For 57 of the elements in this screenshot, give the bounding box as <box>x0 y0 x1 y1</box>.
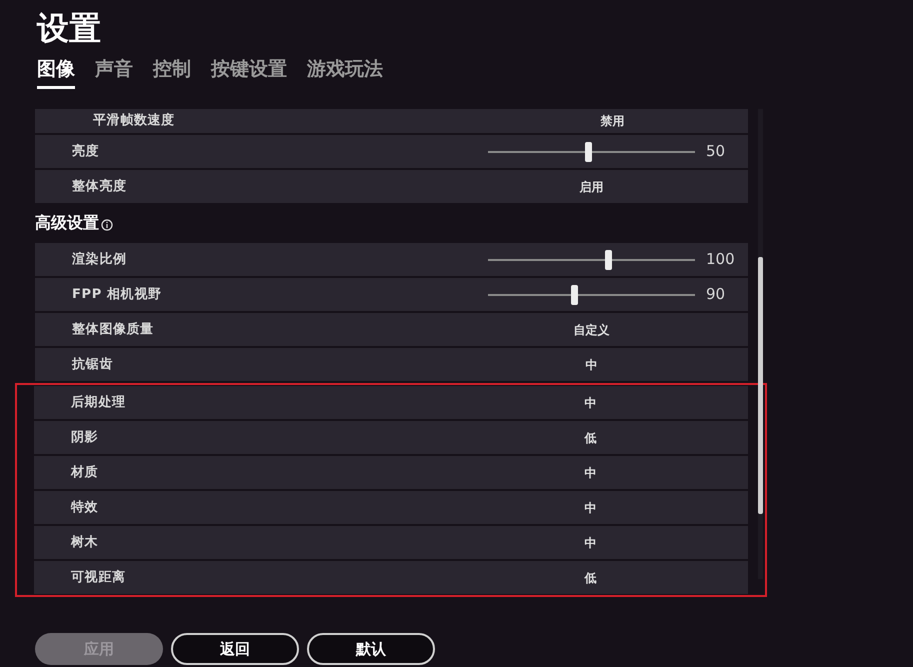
setting-label: FPP 相机视野 <box>72 286 163 304</box>
setting-row[interactable]: 亮度 50 <box>35 135 748 168</box>
scrollbar-thumb[interactable] <box>758 257 763 514</box>
setting-label: 后期处理 <box>71 394 127 412</box>
setting-row[interactable]: FPP 相机视野 90 <box>35 278 748 311</box>
setting-value: 中 <box>584 500 598 516</box>
slider[interactable] <box>488 142 695 162</box>
setting-row[interactable]: 可视距离 低 <box>34 561 748 594</box>
setting-label: 整体亮度 <box>72 178 128 196</box>
setting-row[interactable]: 树木 中 <box>34 526 748 559</box>
setting-label: 抗锯齿 <box>72 356 114 374</box>
slider-value: 100 <box>706 249 735 270</box>
slider-thumb[interactable] <box>605 250 612 270</box>
setting-row[interactable]: 整体图像质量 自定义 <box>35 313 748 346</box>
info-icon <box>101 219 113 231</box>
setting-label: 阴影 <box>71 428 100 447</box>
setting-value: 中 <box>584 394 598 412</box>
slider-value: 50 <box>706 141 726 162</box>
slider[interactable] <box>488 284 695 304</box>
setting-row[interactable]: 材质 中 <box>34 456 748 489</box>
slider-thumb[interactable] <box>571 284 578 304</box>
action-button[interactable]: 默认 <box>307 633 435 665</box>
setting-row[interactable]: 渲染比例 100 <box>35 243 748 276</box>
tab[interactable]: 控制 <box>153 58 191 89</box>
setting-value: 中 <box>584 464 598 482</box>
setting-label: 可视距离 <box>71 568 127 587</box>
tab[interactable]: 图像 <box>37 58 75 89</box>
setting-row[interactable]: 抗锯齿 中 <box>35 348 748 381</box>
setting-label: 平滑帧数速度 <box>93 112 176 130</box>
page-title: 设置 <box>37 8 102 48</box>
setting-value: 低 <box>583 570 598 586</box>
slider-thumb[interactable] <box>585 142 592 162</box>
setting-label: 亮度 <box>72 142 100 161</box>
slider-value: 90 <box>706 284 726 306</box>
scrollbar[interactable] <box>758 109 763 579</box>
tab[interactable]: 按键设置 <box>211 58 287 89</box>
tab[interactable]: 游戏玩法 <box>307 58 383 89</box>
setting-value: 禁用 <box>600 113 626 130</box>
setting-value: 自定义 <box>572 322 610 338</box>
tab[interactable]: 声音 <box>95 58 133 89</box>
setting-label: 树木 <box>71 534 100 552</box>
setting-row[interactable]: 整体亮度 启用 <box>35 170 748 203</box>
setting-value: 中 <box>584 534 598 552</box>
action-button[interactable]: 返回 <box>171 633 299 665</box>
setting-row[interactable]: 平滑帧数速度 禁用 <box>35 109 748 133</box>
setting-value: 中 <box>584 356 598 374</box>
setting-row[interactable]: 阴影 低 <box>34 421 748 454</box>
setting-row[interactable]: 特效 中 <box>34 491 748 524</box>
setting-row[interactable]: 后期处理 中 <box>34 386 748 419</box>
setting-label: 特效 <box>71 498 100 517</box>
setting-label: 材质 <box>71 464 100 482</box>
section-heading: 高级设置 <box>35 212 99 234</box>
slider[interactable] <box>488 250 695 270</box>
setting-value: 启用 <box>578 178 604 196</box>
setting-label: 渲染比例 <box>72 250 128 269</box>
setting-value: 低 <box>583 430 598 446</box>
setting-label: 整体图像质量 <box>72 320 155 339</box>
